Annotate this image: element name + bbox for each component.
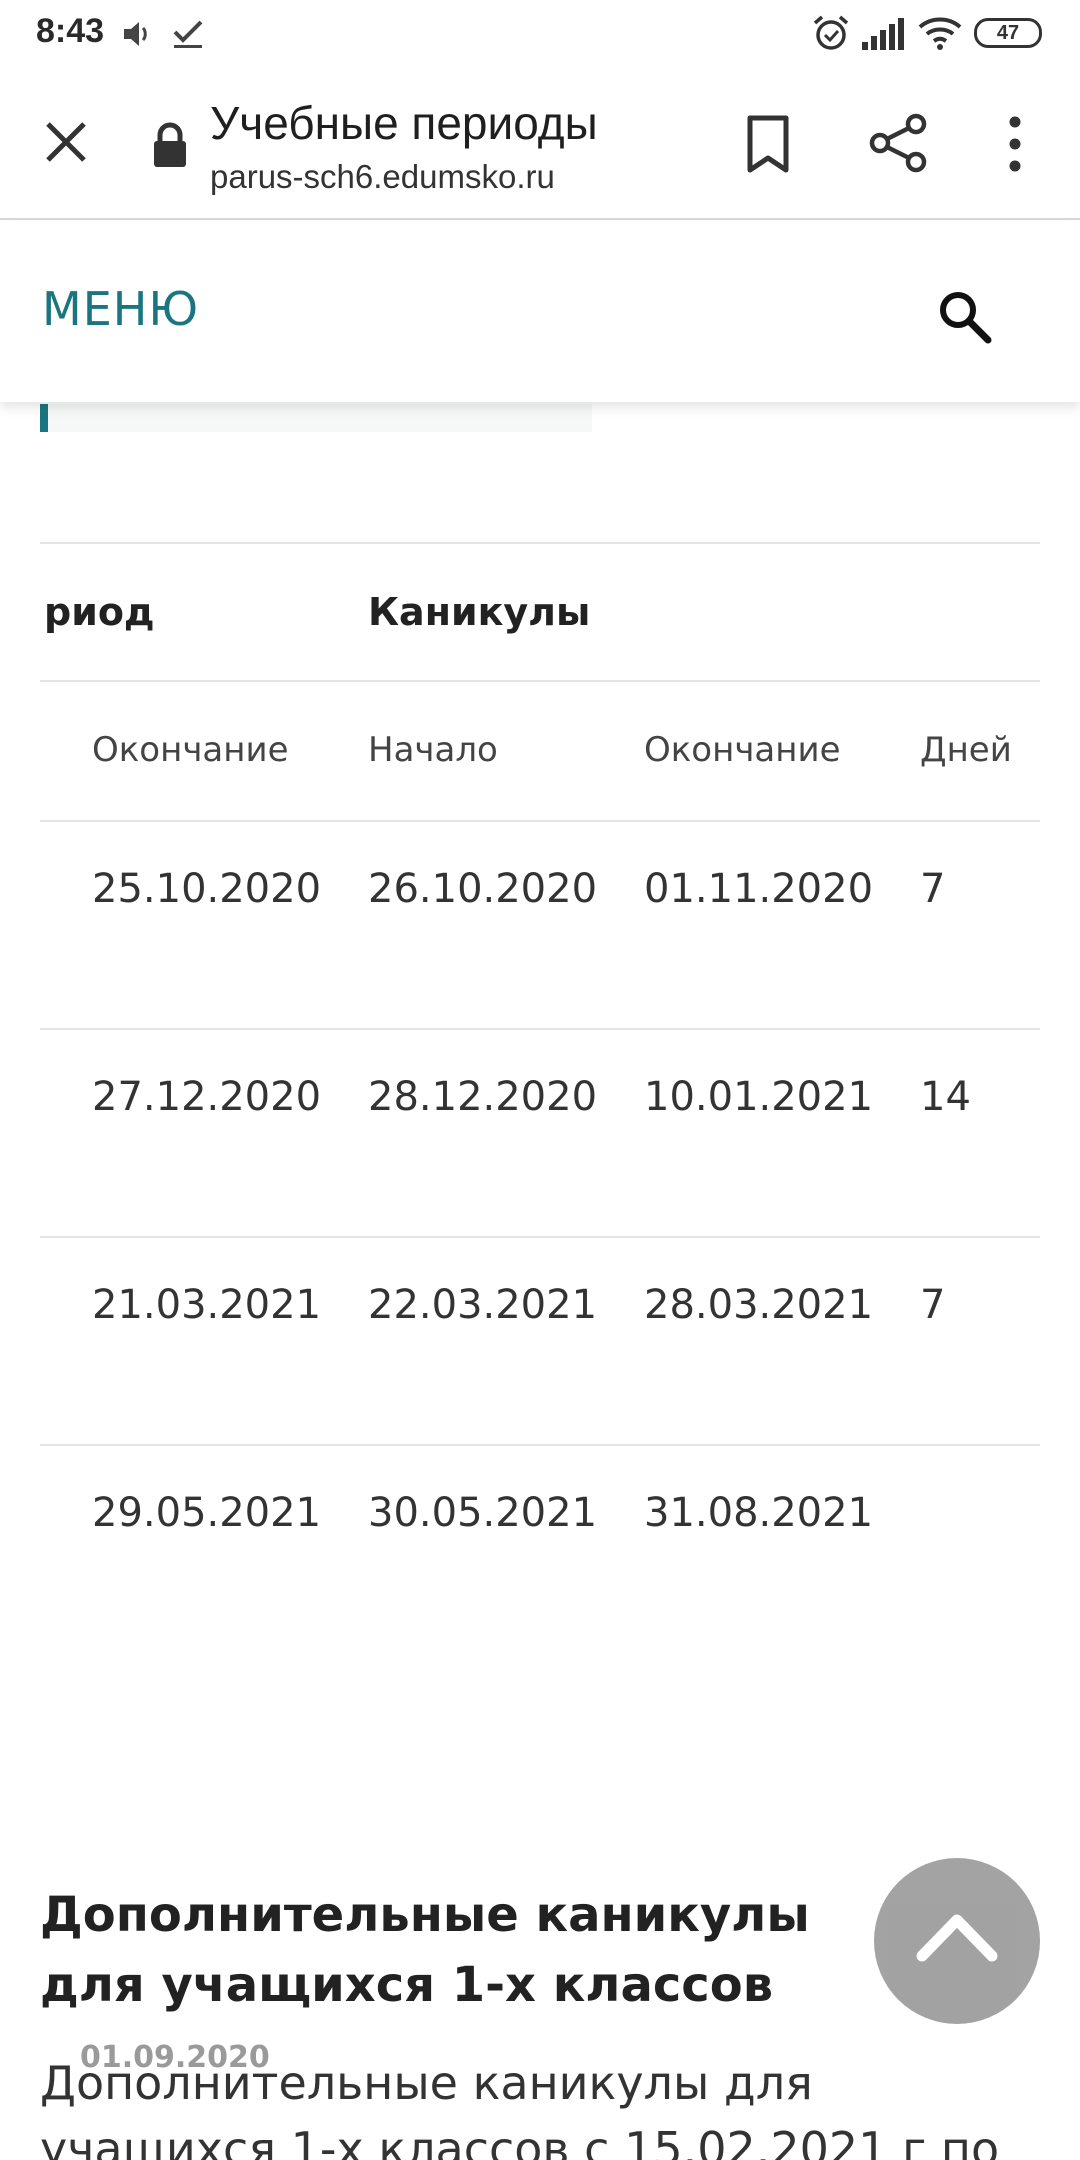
cell-holiday-end: 01.11.2020 — [644, 866, 874, 912]
menu-button[interactable]: МЕНЮ — [42, 282, 199, 336]
signal-icon — [862, 18, 904, 50]
table-row: 27.12.2020 28.12.2020 10.01.2021 14 — [40, 1028, 1040, 1236]
cell-holiday-start: 26.10.2020 — [368, 866, 598, 912]
cell-period-end: 29.05.2021 — [92, 1490, 322, 1536]
cell-period-end: 27.12.2020 — [92, 1074, 322, 1120]
header-period: риод — [44, 590, 155, 634]
cell-days: 14 — [920, 1074, 971, 1120]
header-holidays: Каникулы — [368, 590, 591, 634]
header-end: Окончание — [92, 730, 289, 770]
wifi-icon — [918, 17, 962, 50]
table-row: 29.05.2021 30.05.2021 31.08.2021 — [40, 1444, 1040, 1652]
cell-holiday-end: 28.03.2021 — [644, 1282, 874, 1328]
alarm-icon — [813, 15, 849, 50]
article-body: Дополнительные каникулы для учащихся 1-х… — [40, 2056, 1000, 2160]
cell-holiday-end: 10.01.2021 — [644, 1074, 874, 1120]
article-title[interactable]: Дополнительные каникулы для учащихся 1-х… — [40, 1887, 810, 2013]
battery-icon: 47 — [974, 18, 1042, 48]
bookmark-icon[interactable] — [740, 114, 796, 174]
table-sub-header-row: Окончание Начало Окончание Дней — [40, 680, 1040, 820]
cell-holiday-start: 22.03.2021 — [368, 1282, 598, 1328]
cell-holiday-start: 28.12.2020 — [368, 1074, 598, 1120]
page-url[interactable]: parus-sch6.edumsko.ru — [210, 158, 555, 196]
volume-icon — [124, 22, 147, 46]
header-holiday-end: Окончание — [644, 730, 841, 770]
cell-period-end: 21.03.2021 — [92, 1282, 322, 1328]
scroll-to-top-button[interactable] — [874, 1858, 1040, 2024]
status-bar: 8:43 47 — [0, 0, 1080, 70]
cell-days: 7 — [920, 1282, 946, 1328]
page-title: Учебные периоды — [210, 97, 598, 149]
table-group-header-row: риод Каникулы — [40, 542, 1040, 680]
content-remnant — [40, 404, 592, 432]
chevron-up-icon — [916, 1914, 998, 1962]
header-days: Дней — [920, 730, 1012, 770]
close-icon[interactable] — [38, 114, 94, 170]
cell-period-end: 25.10.2020 — [92, 866, 322, 912]
table-row: 21.03.2021 22.03.2021 28.03.2021 7 — [40, 1236, 1040, 1444]
header-holiday-start: Начало — [368, 730, 498, 770]
search-icon[interactable] — [936, 288, 994, 346]
site-menu-bar: МЕНЮ — [0, 222, 1080, 402]
check-icon — [173, 20, 203, 48]
more-vert-icon[interactable] — [1000, 114, 1030, 174]
lock-icon — [154, 122, 186, 167]
status-time: 8:43 — [36, 12, 105, 50]
cell-holiday-start: 30.05.2021 — [368, 1490, 598, 1536]
cell-days: 7 — [920, 866, 946, 912]
table-row: 25.10.2020 26.10.2020 01.11.2020 7 — [40, 820, 1040, 1028]
share-icon[interactable] — [868, 112, 930, 174]
browser-toolbar: Учебные периоды parus-sch6.edumsko.ru — [0, 70, 1080, 220]
cell-holiday-end: 31.08.2021 — [644, 1490, 874, 1536]
